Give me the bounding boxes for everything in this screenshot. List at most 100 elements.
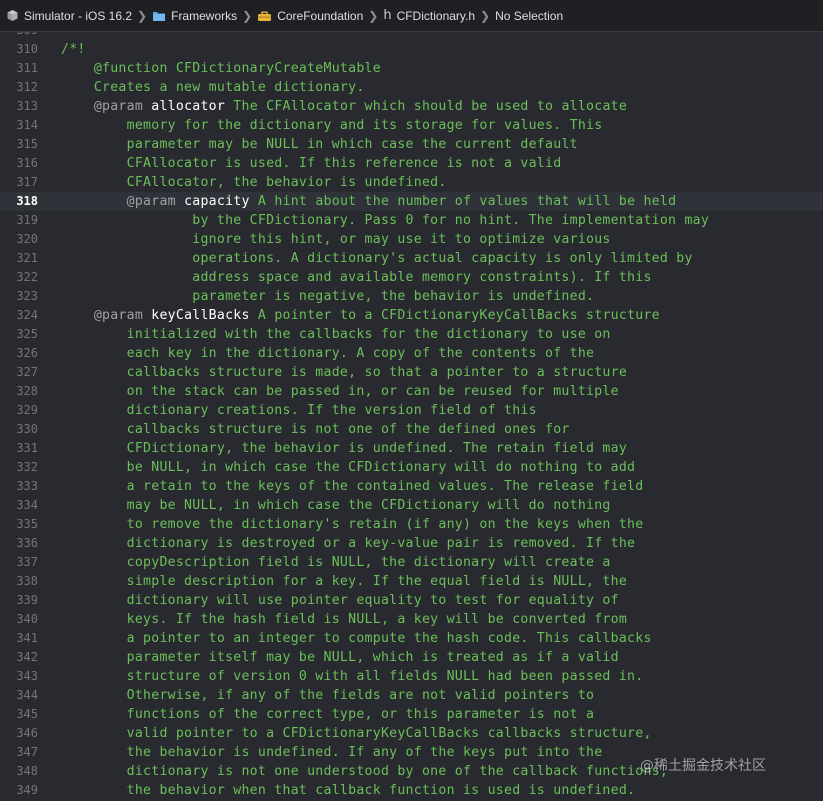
- code-line[interactable]: 342 parameter itself may be NULL, which …: [0, 648, 823, 667]
- line-number: 309: [0, 32, 38, 40]
- comment-body: CFDictionary, the behavior is undefined.…: [61, 441, 628, 456]
- comment-text: on the stack can be passed in, or can be…: [61, 382, 619, 401]
- comment-body: simple description for a key. If the equ…: [61, 574, 628, 589]
- line-number: 314: [16, 118, 38, 132]
- line-number: 344: [16, 688, 38, 702]
- code-line[interactable]: 339 dictionary will use pointer equality…: [0, 591, 823, 610]
- code-line[interactable]: 334 may be NULL, in which case the CFDic…: [0, 496, 823, 515]
- code-line[interactable]: 332 be NULL, in which case the CFDiction…: [0, 458, 823, 477]
- comment-text: may be NULL, in which case the CFDiction…: [61, 496, 611, 515]
- param-name: capacity: [184, 194, 250, 209]
- comment-body: initialized with the callbacks for the d…: [61, 327, 611, 342]
- code-line[interactable]: 349 the behavior when that callback func…: [0, 781, 823, 800]
- comment-body: on the stack can be passed in, or can be…: [61, 384, 619, 399]
- comment-text: dictionary will use pointer equality to …: [61, 591, 619, 610]
- comment-text: keys. If the hash field is NULL, a key w…: [61, 610, 627, 629]
- breadcrumb-file[interactable]: h CFDictionary.h: [383, 8, 475, 23]
- comment-text: a retain to the keys of the contained va…: [61, 477, 644, 496]
- comment-body: may be NULL, in which case the CFDiction…: [61, 498, 611, 513]
- code-line[interactable]: 346 valid pointer to a CFDictionaryKeyCa…: [0, 724, 823, 743]
- comment-text: operations. A dictionary's actual capaci…: [61, 249, 693, 268]
- chevron-right-icon: ❯: [242, 8, 253, 23]
- code-line[interactable]: 310 /*!: [0, 40, 823, 59]
- breadcrumb-framework[interactable]: CoreFoundation: [257, 9, 363, 23]
- code-line[interactable]: 326 each key in the dictionary. A copy o…: [0, 344, 823, 363]
- comment-body: a retain to the keys of the contained va…: [61, 479, 644, 494]
- line-number: 340: [16, 612, 38, 626]
- code-line[interactable]: 338 simple description for a key. If the…: [0, 572, 823, 591]
- source-editor[interactable]: 309 310 /*! 311 @function CFDictionaryCreat…: [0, 32, 823, 801]
- code-line[interactable]: 311 @function CFDictionaryCreateMutable: [0, 59, 823, 78]
- code-line[interactable]: 320 ignore this hint, or may use it to o…: [0, 230, 823, 249]
- breadcrumb-selection[interactable]: No Selection: [495, 9, 563, 23]
- comment-body: functions of the correct type, or this p…: [61, 707, 595, 722]
- comment-text: the behavior is undefined. If any of the…: [61, 743, 603, 762]
- code-line[interactable]: 309: [0, 32, 823, 40]
- code-line[interactable]: 327 callbacks structure is made, so that…: [0, 363, 823, 382]
- code-line[interactable]: 331 CFDictionary, the behavior is undefi…: [0, 439, 823, 458]
- code-line[interactable]: 313 @param allocator The CFAllocator whi…: [0, 97, 823, 116]
- code-line[interactable]: 337 copyDescription field is NULL, the d…: [0, 553, 823, 572]
- comment-body: ignore this hint, or may use it to optim…: [61, 232, 611, 247]
- comment-body: @function CFDictionaryCreateMutable: [61, 61, 381, 76]
- comment-text: a pointer to an integer to compute the h…: [61, 629, 652, 648]
- code-line[interactable]: 318 @param capacity A hint about the num…: [0, 192, 823, 211]
- framework-label: CoreFoundation: [277, 8, 364, 23]
- line-number: 345: [16, 707, 38, 721]
- comment-text: @param capacity A hint about the number …: [61, 192, 676, 211]
- code-line[interactable]: 322 address space and available memory c…: [0, 268, 823, 287]
- breadcrumb-scheme[interactable]: Simulator - iOS 16.2: [6, 9, 132, 23]
- comment-text: @param keyCallBacks A pointer to a CFDic…: [61, 306, 660, 325]
- comment-body: parameter is negative, the behavior is u…: [61, 289, 595, 304]
- comment-text: copyDescription field is NULL, the dicti…: [61, 553, 611, 572]
- code-line[interactable]: 343 structure of version 0 with all fiel…: [0, 667, 823, 686]
- comment-text: structure of version 0 with all fields N…: [61, 667, 644, 686]
- line-number: 339: [16, 593, 38, 607]
- comment-body: CFAllocator, the behavior is undefined.: [61, 175, 447, 190]
- code-line[interactable]: 323 parameter is negative, the behavior …: [0, 287, 823, 306]
- code-line[interactable]: 328 on the stack can be passed in, or ca…: [0, 382, 823, 401]
- line-number: 330: [16, 422, 38, 436]
- code-line[interactable]: 316 CFAllocator is used. If this referen…: [0, 154, 823, 173]
- code-line[interactable]: 325 initialized with the callbacks for t…: [0, 325, 823, 344]
- chevron-right-icon: ❯: [137, 8, 148, 23]
- comment-text: parameter itself may be NULL, which is t…: [61, 648, 619, 667]
- group-label: Frameworks: [171, 8, 238, 23]
- code-line[interactable]: 314 memory for the dictionary and its st…: [0, 116, 823, 135]
- comment-body: dictionary is destroyed or a key-value p…: [61, 536, 636, 551]
- code-line[interactable]: 329 dictionary creations. If the version…: [0, 401, 823, 420]
- line-number: 336: [16, 536, 38, 550]
- code-line[interactable]: 315 parameter may be NULL in which case …: [0, 135, 823, 154]
- code-line[interactable]: 345 functions of the correct type, or th…: [0, 705, 823, 724]
- line-number: 321: [16, 251, 38, 265]
- code-line[interactable]: 340 keys. If the hash field is NULL, a k…: [0, 610, 823, 629]
- comment-text: be NULL, in which case the CFDictionary …: [61, 458, 635, 477]
- line-number: 328: [16, 384, 38, 398]
- comment-body: by the CFDictionary. Pass 0 for no hint.…: [61, 213, 710, 228]
- breadcrumb-group[interactable]: Frameworks: [152, 9, 237, 23]
- line-number: 327: [16, 365, 38, 379]
- code-line[interactable]: 335 to remove the dictionary's retain (i…: [0, 515, 823, 534]
- code-line[interactable]: 336 dictionary is destroyed or a key-val…: [0, 534, 823, 553]
- code-line[interactable]: 333 a retain to the keys of the containe…: [0, 477, 823, 496]
- code-line[interactable]: 341 a pointer to an integer to compute t…: [0, 629, 823, 648]
- code-line[interactable]: 324 @param keyCallBacks A pointer to a C…: [0, 306, 823, 325]
- comment-text: callbacks structure is not one of the de…: [61, 420, 570, 439]
- comment-body: copyDescription field is NULL, the dicti…: [61, 555, 611, 570]
- code-line[interactable]: 317 CFAllocator, the behavior is undefin…: [0, 173, 823, 192]
- code-line[interactable]: 312 Creates a new mutable dictionary.: [0, 78, 823, 97]
- comment-text: parameter may be NULL in which case the …: [61, 135, 578, 154]
- comment-body: callbacks structure is made, so that a p…: [61, 365, 628, 380]
- comment-text: each key in the dictionary. A copy of th…: [61, 344, 594, 363]
- jump-bar: Simulator - iOS 16.2 ❯ Frameworks ❯ Core…: [0, 0, 823, 32]
- comment-body: the behavior when that callback function…: [61, 783, 636, 798]
- comment-body: callbacks structure is not one of the de…: [61, 422, 570, 437]
- code-line[interactable]: 319 by the CFDictionary. Pass 0 for no h…: [0, 211, 823, 230]
- code-line[interactable]: 344 Otherwise, if any of the fields are …: [0, 686, 823, 705]
- code-line[interactable]: 321 operations. A dictionary's actual ca…: [0, 249, 823, 268]
- line-number: 338: [16, 574, 38, 588]
- line-number: 333: [16, 479, 38, 493]
- code-line[interactable]: 330 callbacks structure is not one of th…: [0, 420, 823, 439]
- comment-text: callbacks structure is made, so that a p…: [61, 363, 627, 382]
- comment-text: CFAllocator, the behavior is undefined.: [61, 173, 447, 192]
